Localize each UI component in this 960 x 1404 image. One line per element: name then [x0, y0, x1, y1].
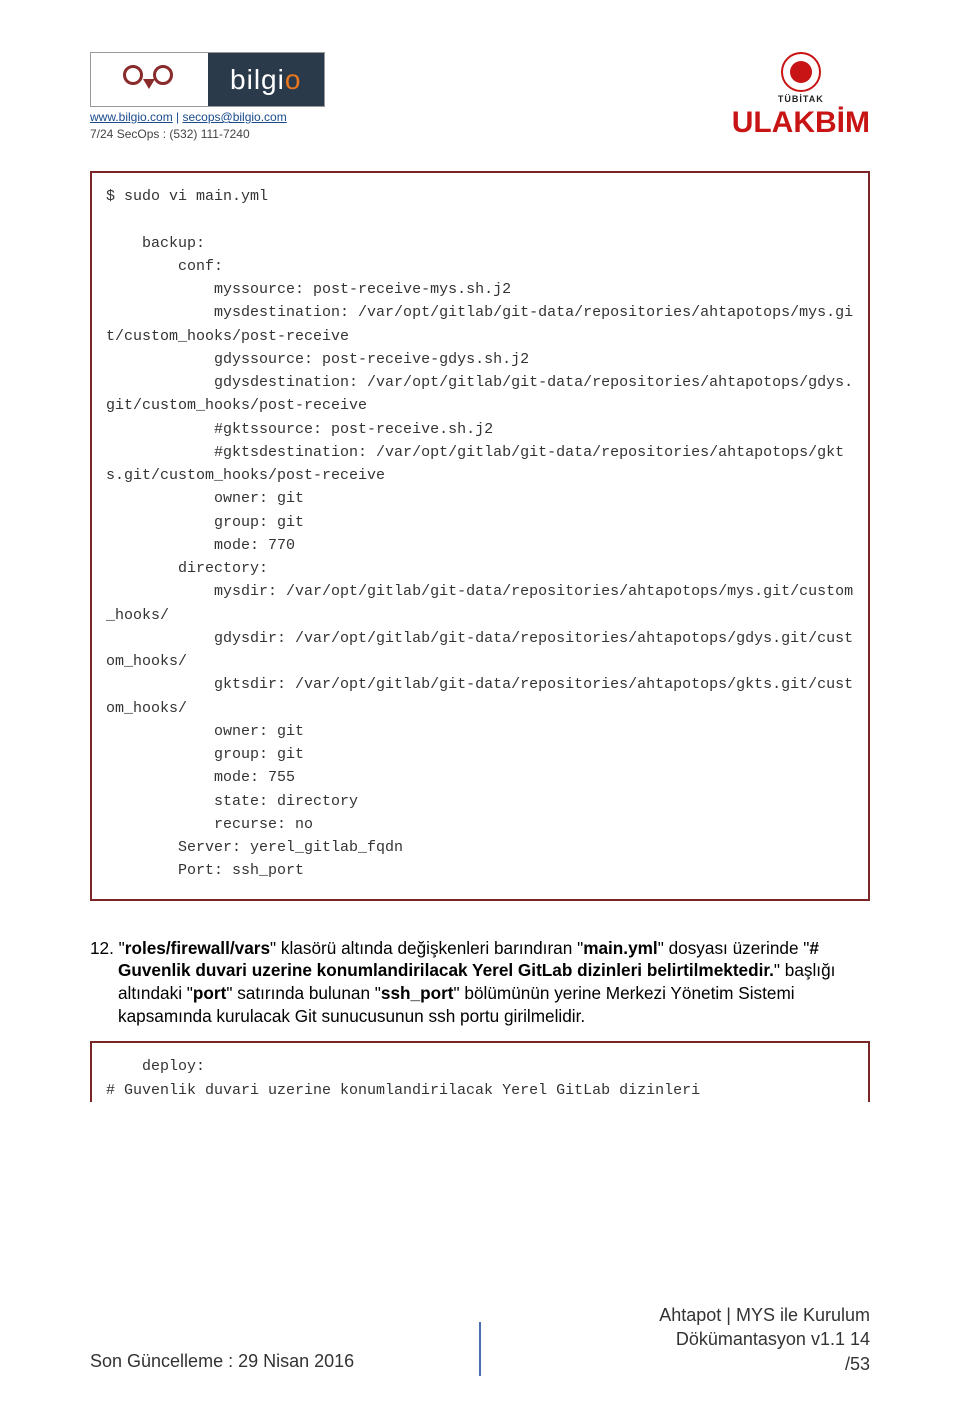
p-b1: roles/firewall/vars [125, 938, 270, 958]
site-link[interactable]: www.bilgio.com [90, 110, 173, 124]
p-t3: " dosyası üzerinde " [658, 938, 810, 958]
footer-divider [479, 1322, 481, 1376]
p-t2: " klasörü altında değişkenleri barındıra… [270, 938, 583, 958]
p-b2: main.yml [583, 938, 658, 958]
header-right: TÜBİTAK ULAKBİM [732, 52, 870, 140]
footer-right-3: /53 [503, 1352, 870, 1376]
footer-right: Ahtapot | MYS ile Kurulum Dökümantasyon … [503, 1303, 870, 1376]
meta-sep: | [173, 110, 183, 124]
owl-icon [91, 61, 208, 99]
tubitak-circle-icon [781, 52, 821, 92]
code-block-2: deploy: # Guvenlik duvari uzerine konuml… [90, 1041, 870, 1102]
page-footer: Son Güncelleme : 29 Nisan 2016 Ahtapot |… [90, 1303, 870, 1376]
tubitak-logo: TÜBİTAK [778, 52, 824, 104]
footer-right-1: Ahtapot | MYS ile Kurulum [503, 1303, 870, 1327]
page-header: bilgio www.bilgio.com | secops@bilgio.co… [90, 52, 870, 141]
ulakbim-label: ULAKBİM [732, 106, 870, 140]
email-link[interactable]: secops@bilgio.com [183, 110, 287, 124]
step-12-paragraph: 12. "roles/firewall/vars" klasörü altınd… [118, 937, 870, 1028]
brand-text: bilgio [208, 53, 325, 106]
tubitak-label: TÜBİTAK [778, 94, 824, 104]
header-left: bilgio www.bilgio.com | secops@bilgio.co… [90, 52, 325, 141]
footer-left: Son Güncelleme : 29 Nisan 2016 [90, 1351, 457, 1376]
brand-left: bilgi [230, 64, 285, 96]
footer-right-2: Dökümantasyon v1.1 14 [503, 1327, 870, 1351]
p-b4: port [193, 983, 226, 1003]
p-t5: " satırında bulunan " [226, 983, 381, 1003]
site-email-line: www.bilgio.com | secops@bilgio.com [90, 110, 325, 124]
brand-o: o [285, 64, 302, 96]
p-b5: ssh_port [381, 983, 454, 1003]
bilgio-logo: bilgio [90, 52, 325, 107]
code-block-1: $ sudo vi main.yml backup: conf: myssour… [90, 171, 870, 901]
phone-line: 7/24 SecOps : (532) 111-7240 [90, 127, 325, 141]
step-number: 12. [90, 938, 119, 958]
